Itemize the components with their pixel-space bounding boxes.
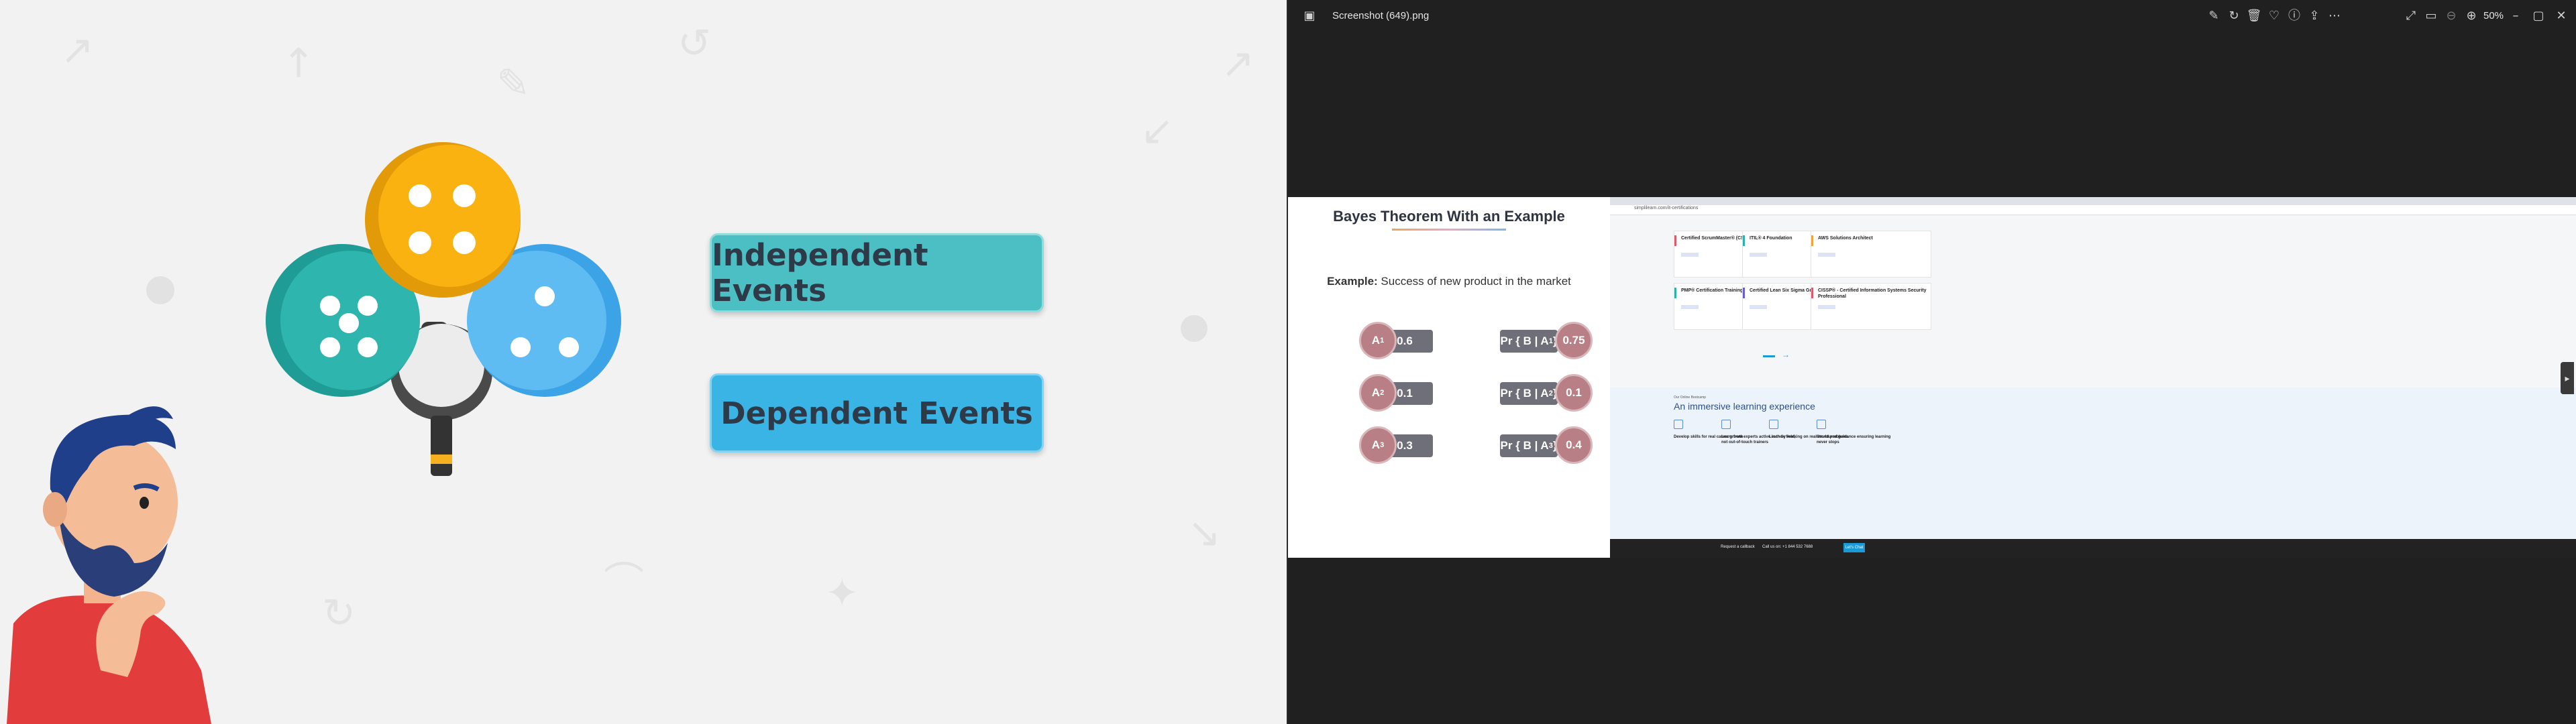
immersive-section: Our Online Bootcamp An immersive learnin… bbox=[1610, 387, 2576, 539]
feature-icon bbox=[1721, 420, 1731, 429]
displayed-image: Bayes Theorem With an Example Example: S… bbox=[1288, 197, 2576, 558]
event-subscript: 1 bbox=[1380, 337, 1385, 345]
close-icon[interactable]: ✕ bbox=[2553, 8, 2569, 24]
rotate-icon[interactable]: ↻ bbox=[2226, 8, 2242, 24]
feature-title: Structured guidance ensuring learning ne… bbox=[1817, 435, 1891, 444]
chat-button: Let's Chat bbox=[1843, 543, 1865, 552]
feature-item: Structured guidance ensuring learning ne… bbox=[1817, 420, 1897, 445]
buttons-bulb-illustration bbox=[266, 142, 621, 476]
doodle-icon: ↗ bbox=[1221, 40, 1255, 87]
event-letter: A bbox=[1371, 438, 1381, 451]
card-accent bbox=[1743, 235, 1745, 246]
doodle-icon: ↘ bbox=[1187, 509, 1222, 556]
section-kicker: Our Online Bootcamp bbox=[1674, 396, 1707, 400]
example-text: Success of new product in the market bbox=[1381, 275, 1571, 288]
side-panel-arrow-icon[interactable]: ▸ bbox=[2561, 362, 2574, 394]
likelihood-label-pill: Pr { B | A1 } bbox=[1500, 330, 1558, 353]
carousel-indicator bbox=[1763, 355, 1775, 357]
course-card: CISSP® - Certified Information Systems S… bbox=[1811, 283, 1931, 330]
course-tag bbox=[1818, 253, 1835, 257]
photo-viewer-window: ▣ Screenshot (649).png ✎ ↻ 🗑 ♡ ⓘ ⇪ ⋯ ⤢ ▭… bbox=[1288, 0, 2576, 724]
thinking-man-illustration bbox=[7, 406, 211, 724]
card-accent bbox=[1811, 288, 1813, 298]
gallery-icon[interactable]: ▣ bbox=[1301, 8, 1318, 24]
course-title: AWS Solutions Architect bbox=[1818, 236, 1873, 241]
course-tag bbox=[1750, 253, 1767, 257]
fit-to-window-icon[interactable]: ▭ bbox=[2423, 8, 2439, 24]
doodle-dot bbox=[146, 276, 174, 304]
doodle-icon: ↻ bbox=[322, 590, 356, 637]
likelihood-value-circle: 0.75 bbox=[1555, 322, 1593, 359]
doodle-icon: ⌒ bbox=[604, 559, 644, 606]
course-tag bbox=[1818, 305, 1835, 309]
course-title: CISSP® - Certified Information Systems S… bbox=[1818, 288, 1927, 299]
viewer-title: Screenshot (649).png bbox=[1332, 10, 1430, 21]
doodle-icon: ↑ bbox=[282, 40, 316, 87]
fullscreen-icon[interactable]: ⤢ bbox=[2403, 8, 2419, 24]
prior-event-circle: A1 bbox=[1359, 322, 1397, 359]
presentation-screen: ↗ ↑ ✎ ↺ ↙ ↗ ↘ ✦ ↻ ⌒ Independent Events D… bbox=[0, 0, 1288, 724]
section-title: An immersive learning experience bbox=[1674, 401, 1815, 412]
course-tag bbox=[1750, 305, 1767, 309]
dependent-events-button[interactable]: Dependent Events bbox=[710, 373, 1044, 452]
minimize-icon[interactable]: – bbox=[2508, 8, 2524, 24]
callback-link: Request a callback bbox=[1721, 545, 1755, 549]
zoom-out-icon[interactable]: ⊖ bbox=[2443, 8, 2459, 24]
prior-event-circle: A3 bbox=[1359, 426, 1397, 464]
prior-event-circle: A2 bbox=[1359, 374, 1397, 412]
feature-icon bbox=[1817, 420, 1826, 429]
viewer-titlebar: ▣ Screenshot (649).png ✎ ↻ 🗑 ♡ ⓘ ⇪ ⋯ ⤢ ▭… bbox=[1288, 0, 2576, 32]
feature-icon bbox=[1769, 420, 1778, 429]
doodle-dot bbox=[1181, 315, 1208, 342]
browser-tab-strip bbox=[1610, 197, 2576, 205]
doodle-icon: ↗ bbox=[60, 27, 95, 74]
independent-events-button[interactable]: Independent Events bbox=[710, 233, 1044, 312]
likelihood-label-pill: Pr { B | A2 } bbox=[1500, 382, 1558, 405]
likelihood-label: Pr { B | A bbox=[1500, 387, 1549, 400]
zoom-in-icon[interactable]: ⊕ bbox=[2463, 8, 2479, 24]
likelihood-label: Pr { B | A bbox=[1500, 439, 1549, 452]
course-tag bbox=[1681, 305, 1699, 309]
course-card: AWS Solutions Architect bbox=[1811, 231, 1931, 278]
course-tag bbox=[1681, 253, 1699, 257]
likelihood-value-circle: 0.1 bbox=[1555, 374, 1593, 412]
slide-title: Bayes Theorem With an Example bbox=[1333, 208, 1565, 225]
likelihood-label-pill: Pr { B | A3 } bbox=[1500, 434, 1558, 457]
browser-address-bar bbox=[1610, 205, 2576, 215]
event-letter: A bbox=[1371, 386, 1381, 399]
card-accent bbox=[1811, 235, 1813, 246]
example-label: Example: bbox=[1327, 275, 1378, 288]
event-subscript: 2 bbox=[1380, 389, 1385, 397]
zoom-level: 50% bbox=[2483, 10, 2504, 21]
carousel-next-icon: → bbox=[1782, 350, 1790, 359]
card-accent bbox=[1674, 235, 1676, 246]
doodle-icon: ↙ bbox=[1140, 107, 1175, 154]
call-us-text: Call us on: +1 844 532 7688 bbox=[1762, 545, 1813, 549]
favorite-icon[interactable]: ♡ bbox=[2266, 8, 2282, 24]
likelihood-label: Pr { B | A bbox=[1500, 335, 1549, 347]
edit-icon[interactable]: ✎ bbox=[2206, 8, 2222, 24]
share-icon[interactable]: ⇪ bbox=[2306, 8, 2322, 24]
doodle-icon: ↺ bbox=[678, 20, 712, 67]
info-icon[interactable]: ⓘ bbox=[2286, 8, 2302, 24]
delete-icon[interactable]: 🗑 bbox=[2246, 8, 2262, 24]
doodle-icon: ✎ bbox=[496, 60, 531, 107]
example-line: Example: Success of new product in the m… bbox=[1288, 275, 1610, 288]
title-underline bbox=[1392, 229, 1506, 231]
more-icon[interactable]: ⋯ bbox=[2326, 8, 2343, 24]
feature-icon bbox=[1674, 420, 1683, 429]
event-subscript: 3 bbox=[1380, 441, 1385, 449]
url-text: simplilearn.com/it-certifications bbox=[1634, 206, 1699, 210]
card-accent bbox=[1674, 288, 1676, 298]
likelihood-value-circle: 0.4 bbox=[1555, 426, 1593, 464]
event-letter: A bbox=[1371, 334, 1381, 347]
bayes-slide: Bayes Theorem With an Example Example: S… bbox=[1288, 197, 1610, 558]
card-accent bbox=[1743, 288, 1745, 298]
doodle-icon: ✦ bbox=[825, 570, 859, 617]
maximize-icon[interactable]: ▢ bbox=[2530, 8, 2546, 24]
browser-screenshot: simplilearn.com/it-certifications Certif… bbox=[1610, 197, 2576, 558]
sticky-bottom-bar: Request a callback Call us on: +1 844 53… bbox=[1610, 539, 2576, 558]
